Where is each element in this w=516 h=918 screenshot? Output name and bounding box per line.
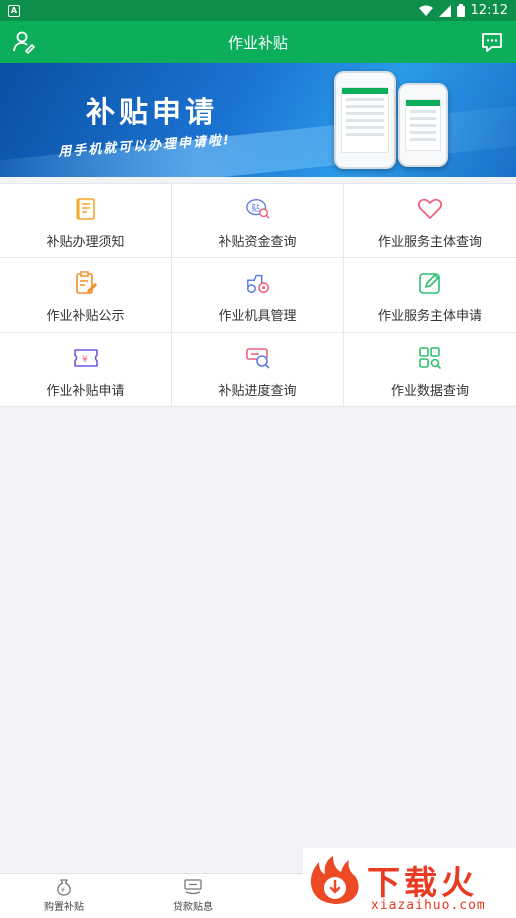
svg-text:¥: ¥ — [82, 355, 88, 365]
grid-item-progress-query[interactable]: 补贴进度查询 — [172, 333, 344, 408]
app-bar: 作业补贴 — [0, 21, 516, 63]
clipboard-edit-icon — [73, 270, 99, 296]
grid-item-label: 补贴办理须知 — [46, 235, 125, 250]
grid-item-machinery-management[interactable]: 作业机具管理 — [172, 258, 344, 333]
banner-phone-image-2 — [398, 83, 448, 167]
nav-item-loan-interest[interactable]: 贷款贴息 — [153, 878, 233, 913]
watermark-brand: 下载火 — [367, 863, 478, 902]
money-bag-icon: ¥ — [57, 879, 71, 896]
data-grid-icon — [417, 345, 443, 371]
watermark-url: xiazaihuo.com — [371, 898, 486, 913]
heart-icon — [417, 196, 443, 222]
promo-banner[interactable]: 补贴申请 用手机就可以办理申请啦! — [0, 63, 516, 177]
grid-item-label: 补贴资金查询 — [218, 235, 297, 250]
function-grid: 补贴办理须知 贴 补贴资金查询 作业服务主体查询 作业补贴公示 作业机具管理 作… — [0, 183, 516, 408]
grid-item-fund-query[interactable]: 贴 补贴资金查询 — [172, 184, 344, 258]
notice-doc-icon — [73, 196, 99, 222]
clock: 12:12 — [470, 3, 508, 18]
edit-box-icon — [417, 270, 443, 296]
nav-label: 购置补贴 — [44, 902, 84, 913]
page-title: 作业补贴 — [227, 33, 288, 52]
site-watermark: 下载火 xiazaihuo.com — [303, 848, 516, 918]
banner-phone-image — [334, 71, 396, 169]
message-icon — [482, 33, 502, 52]
battery-icon — [456, 4, 465, 17]
grid-item-subsidy-publicity[interactable]: 作业补贴公示 — [0, 258, 172, 333]
notification-app-icon: A — [8, 4, 20, 17]
grid-item-label: 作业数据查询 — [390, 384, 469, 399]
banner-title: 补贴申请 — [86, 95, 219, 129]
progress-search-icon — [245, 345, 271, 371]
grid-item-label: 作业服务主体查询 — [377, 235, 482, 250]
grid-item-label: 作业补贴申请 — [46, 384, 125, 399]
grid-item-subsidy-apply[interactable]: ¥ 作业补贴申请 — [0, 333, 172, 408]
user-edit-icon — [13, 31, 36, 55]
user-edit-button[interactable] — [12, 30, 36, 55]
wifi-icon — [418, 5, 433, 16]
grid-item-service-entity-query[interactable]: 作业服务主体查询 — [344, 184, 516, 258]
flame-logo-icon — [310, 856, 359, 904]
tractor-icon — [245, 270, 271, 296]
signal-icon — [438, 4, 451, 17]
status-bar: A 12:12 — [0, 0, 516, 21]
message-button[interactable] — [480, 30, 504, 54]
fund-search-icon: 贴 — [245, 196, 271, 222]
nav-item-purchase-subsidy[interactable]: ¥ 购置补贴 — [24, 878, 104, 913]
yuan-ticket-icon: ¥ — [73, 345, 99, 371]
grid-item-subsidy-notice[interactable]: 补贴办理须知 — [0, 184, 172, 258]
grid-item-label: 作业机具管理 — [218, 309, 297, 324]
nav-label: 贷款贴息 — [173, 902, 213, 913]
grid-item-service-entity-apply[interactable]: 作业服务主体申请 — [344, 258, 516, 333]
grid-item-label: 作业补贴公示 — [46, 309, 125, 324]
grid-item-label: 补贴进度查询 — [218, 384, 297, 399]
grid-item-label: 作业服务主体申请 — [377, 309, 482, 324]
svg-text:贴: 贴 — [251, 203, 259, 213]
grid-item-data-query[interactable]: 作业数据查询 — [344, 333, 516, 408]
loan-icon — [184, 879, 202, 895]
svg-text:¥: ¥ — [61, 887, 65, 894]
